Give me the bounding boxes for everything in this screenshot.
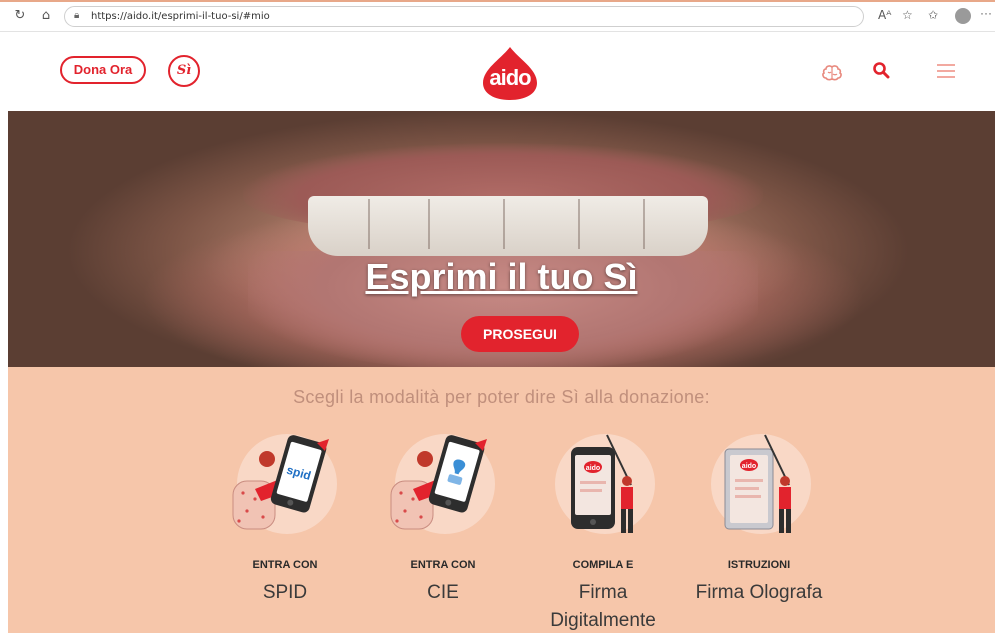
spid-phone-illustration: spid [232, 434, 337, 534]
option-firma-digitalmente[interactable]: aido COMPILA E Firma Digitalmente [528, 429, 678, 631]
section-title: Scegli la modalità per poter dire Sì all… [293, 387, 710, 407]
brain-icon[interactable] [820, 60, 844, 84]
option-label: COMPILA E [572, 559, 634, 571]
dona-ora-button[interactable]: Dona Ora [60, 56, 146, 84]
option-label: ENTRA CON [252, 559, 318, 571]
hero-image-tooth-gap [503, 199, 505, 249]
read-aloud-icon[interactable]: Aᴬ [878, 8, 891, 22]
hero-image-tooth-gap [643, 199, 645, 249]
reload-icon[interactable]: ↻ [12, 8, 28, 24]
more-menu-icon[interactable]: ··· [980, 6, 992, 20]
address-bar[interactable]: 🔒︎ https://aido.it/esprimi-il-tuo-si/#mi… [64, 6, 864, 27]
option-firma-olografa[interactable]: aido ISTRUZIONI Firma Olografa [684, 429, 834, 629]
hero-image-tooth-gap [428, 199, 430, 249]
site-header: Dona Ora Sì aido [0, 33, 995, 111]
favorites-icon[interactable]: ✩ [928, 8, 938, 22]
option-sub: Firma Digitalmente [550, 582, 656, 631]
sheet-logo-text: aido [742, 463, 756, 470]
cie-phone-illustration [390, 434, 495, 534]
favorite-star-icon[interactable]: ☆ [902, 8, 913, 22]
option-sub: CIE [427, 582, 459, 603]
hamburger-menu-icon[interactable] [937, 64, 955, 78]
hero-image-tooth-gap [368, 199, 370, 249]
url-text: https://aido.it/esprimi-il-tuo-si/#mio [91, 11, 270, 22]
option-cie[interactable]: ENTRA CON CIE [368, 429, 518, 629]
hero-title[interactable]: Esprimi il tuo Sì [8, 256, 995, 298]
option-label: ISTRUZIONI [727, 559, 791, 571]
logo-text: aido [489, 65, 531, 90]
hero-banner: Esprimi il tuo Sì PROSEGUI [8, 111, 995, 367]
home-icon[interactable]: ⌂ [38, 8, 54, 24]
option-label: ENTRA CON [410, 559, 476, 571]
window-top-border [0, 0, 995, 2]
browser-toolbar: ↻ ⌂ 🔒︎ https://aido.it/esprimi-il-tuo-si… [0, 0, 995, 32]
profile-avatar[interactable] [955, 8, 971, 24]
phone-logo-text: aido [586, 465, 600, 472]
prosegui-button[interactable]: PROSEGUI [461, 316, 579, 352]
handwritten-signature-illustration: aido [711, 434, 811, 534]
aido-logo[interactable]: aido [479, 45, 541, 101]
sign-digitally-illustration: aido [555, 434, 655, 534]
hero-image-tooth-gap [578, 199, 580, 249]
lock-icon: 🔒︎ [74, 10, 80, 21]
option-spid[interactable]: spid ENTRA CON SPID [210, 429, 360, 629]
si-logo-icon[interactable]: Sì [168, 55, 200, 87]
option-sub: Firma Olografa [695, 582, 823, 603]
search-icon[interactable] [872, 61, 890, 79]
option-sub: SPID [262, 582, 308, 603]
modalita-section: Scegli la modalità per poter dire Sì all… [8, 367, 995, 633]
